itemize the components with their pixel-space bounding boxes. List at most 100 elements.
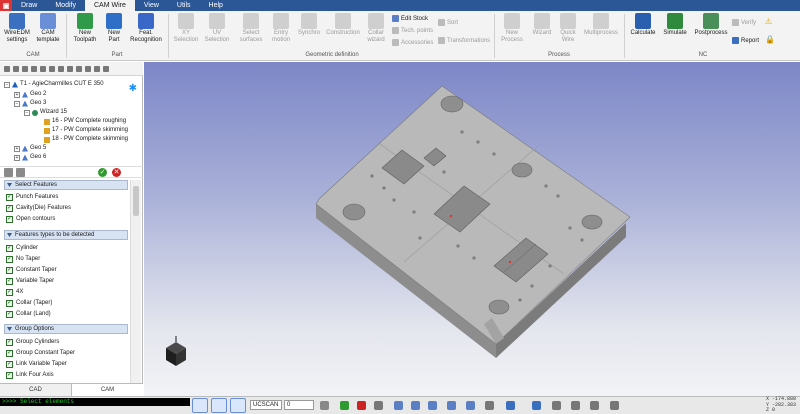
- tool-icon[interactable]: [40, 65, 46, 72]
- abort-icon[interactable]: [357, 401, 366, 410]
- checkbox-icon[interactable]: ✓: [6, 349, 13, 357]
- section-features-types[interactable]: Features types to be detected: [4, 230, 128, 240]
- menu-tab-help[interactable]: Help: [200, 0, 232, 11]
- feat-recognition-button[interactable]: Feat. Recognition: [128, 13, 164, 44]
- checkbox-link-four-axis[interactable]: ✓ Link Four Axis: [6, 370, 54, 380]
- paste-icon[interactable]: [16, 168, 25, 177]
- menu-tab-cam-wire[interactable]: CAM Wire: [84, 0, 135, 11]
- verify-button[interactable]: Verify: [732, 19, 756, 26]
- checkbox-icon[interactable]: ✓: [6, 215, 13, 223]
- app-logo-icon[interactable]: ▣: [0, 0, 12, 11]
- cam-template-button[interactable]: CAM template: [34, 13, 62, 44]
- checkbox-group-constant-taper[interactable]: ✓ Group Constant Taper: [6, 348, 75, 358]
- construction-button[interactable]: Construction: [324, 13, 362, 37]
- checkbox-cavity-features[interactable]: ✓ Cavity(Die) Features: [6, 203, 71, 213]
- quick-wire-button[interactable]: Quick Wire: [556, 13, 580, 44]
- checkbox-variable-taper[interactable]: ✓ Variable Taper: [6, 276, 54, 286]
- checkbox-collar-taper[interactable]: ✓ Collar (Taper): [6, 298, 52, 308]
- synchro-button[interactable]: Synchro: [296, 13, 322, 37]
- tree-item-operation[interactable]: 16 - PW Complete roughing: [44, 117, 126, 126]
- menu-tab-utils[interactable]: Utils: [168, 0, 200, 11]
- checkbox-cylinder[interactable]: ✓ Cylinder: [6, 243, 38, 253]
- checkbox-icon[interactable]: ✓: [6, 266, 13, 274]
- command-line[interactable]: >>>> Select elements: [0, 398, 190, 406]
- tool-icon[interactable]: [103, 65, 109, 72]
- checkbox-icon[interactable]: ✓: [6, 360, 13, 368]
- checkbox-icon[interactable]: ✓: [6, 310, 13, 318]
- checkbox-icon[interactable]: ✓: [6, 193, 13, 201]
- tool-icon[interactable]: [94, 65, 100, 72]
- 3d-viewport[interactable]: [144, 62, 800, 396]
- expand-icon[interactable]: +: [14, 145, 20, 152]
- checkbox-icon[interactable]: ✓: [6, 371, 13, 379]
- view-cube-icon[interactable]: [166, 336, 186, 366]
- warning-icon[interactable]: ⚠: [765, 17, 772, 26]
- new-process-button[interactable]: New Process: [498, 13, 526, 44]
- entry-motion-button[interactable]: Entry motion: [268, 13, 294, 44]
- cube-icon[interactable]: [532, 401, 541, 410]
- lock-icon[interactable]: 🔒: [765, 35, 775, 44]
- wizard-button[interactable]: Wizard: [530, 13, 554, 37]
- section-select-features[interactable]: Select Features: [4, 180, 128, 190]
- view-mode-button[interactable]: [230, 398, 246, 413]
- view-mode-button[interactable]: [211, 398, 227, 413]
- tree-item-geo-3[interactable]: − Geo 3: [14, 99, 46, 108]
- confirm-icon[interactable]: [340, 401, 349, 410]
- checkbox-icon[interactable]: ✓: [6, 277, 13, 285]
- tree-item-geo-6[interactable]: + Geo 6: [14, 153, 46, 162]
- checkbox-icon[interactable]: ✓: [6, 288, 13, 296]
- checkbox-icon[interactable]: ✓: [6, 244, 13, 252]
- tool-icon[interactable]: [85, 65, 91, 72]
- simulate-button[interactable]: Simulate: [660, 13, 690, 37]
- checkbox-punch-features[interactable]: ✓ Punch Features: [6, 192, 58, 202]
- tool-icon[interactable]: [13, 65, 19, 72]
- keyboard-icon[interactable]: [320, 401, 329, 410]
- view-mode-button[interactable]: [192, 398, 208, 413]
- xy-selection-button[interactable]: XY Selection: [172, 13, 200, 44]
- calculate-button[interactable]: Calculate: [628, 13, 658, 37]
- cancel-x-icon[interactable]: ✕: [112, 168, 121, 177]
- transformations-button[interactable]: Transformations: [438, 37, 490, 44]
- expand-icon[interactable]: +: [14, 91, 20, 98]
- multiprocess-button[interactable]: Multiprocess: [582, 13, 620, 37]
- checkbox-collar-land[interactable]: ✓ Collar (Land): [6, 309, 51, 319]
- checkbox-4x[interactable]: ✓ 4X: [6, 287, 23, 297]
- tool-icon[interactable]: [22, 65, 28, 72]
- edit-stock-button[interactable]: Edit Stock: [392, 15, 428, 22]
- tool-icon[interactable]: [58, 65, 64, 72]
- postprocess-button[interactable]: Postprocess: [692, 13, 730, 37]
- new-part-button[interactable]: New Part: [102, 13, 126, 44]
- checkbox-constant-taper[interactable]: ✓ Constant Taper: [6, 265, 57, 275]
- tool-icon[interactable]: [76, 65, 82, 72]
- grid-icon[interactable]: [571, 401, 580, 410]
- copy-icon[interactable]: [4, 168, 13, 177]
- uv-selection-button[interactable]: UV Selection: [203, 13, 231, 44]
- checkbox-icon[interactable]: ✓: [6, 255, 13, 263]
- tool-icon[interactable]: [49, 65, 55, 72]
- checkbox-open-contours[interactable]: ✓ Open contours: [6, 214, 55, 224]
- ucs-combo[interactable]: UCSCAN: [250, 400, 282, 410]
- tab-cad[interactable]: CAD: [0, 384, 71, 396]
- panel-scrollbar[interactable]: [130, 180, 141, 383]
- accessories-button[interactable]: Accessories: [392, 39, 433, 46]
- tool-icon[interactable]: [67, 65, 73, 72]
- layer-combo[interactable]: 0: [284, 400, 314, 410]
- menu-tab-modify[interactable]: Modify: [46, 0, 85, 11]
- scrollbar-thumb[interactable]: [133, 186, 139, 216]
- shade-icon[interactable]: [506, 401, 515, 410]
- new-toolpath-button[interactable]: New Toolpath: [70, 13, 100, 44]
- tree-item-wizard[interactable]: − Wizard 15: [24, 108, 67, 117]
- checkbox-no-taper[interactable]: ✓ No Taper: [6, 254, 40, 264]
- tree-root[interactable]: − T1 - AgieCharmilles CUT E 350: [4, 80, 104, 89]
- favorite-star-icon[interactable]: ✱: [129, 83, 137, 94]
- collapse-icon[interactable]: −: [24, 109, 30, 116]
- tree-item-operation[interactable]: 17 - PW Complete skimming: [44, 126, 128, 135]
- collapse-icon[interactable]: −: [14, 100, 20, 107]
- checkbox-icon[interactable]: ✓: [6, 338, 13, 346]
- axis-icon[interactable]: [485, 401, 494, 410]
- tree-item-geo-2[interactable]: + Geo 2: [14, 90, 46, 99]
- collar-wizard-button[interactable]: Collar wizard: [364, 13, 388, 44]
- sort-button[interactable]: Sort: [438, 19, 458, 26]
- menu-tab-view[interactable]: View: [135, 0, 168, 11]
- collapse-icon[interactable]: −: [4, 81, 10, 88]
